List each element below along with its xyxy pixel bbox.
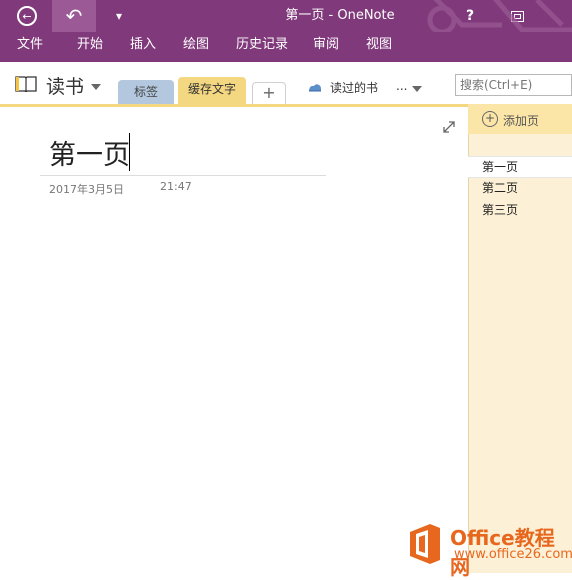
more-sections-button[interactable]: ... xyxy=(396,79,407,93)
customize-quick-access-button[interactable]: ▾ xyxy=(108,0,130,32)
title-divider xyxy=(40,175,326,176)
page-item-label: 第三页 xyxy=(482,203,519,217)
undo-button[interactable]: ↶ xyxy=(52,0,96,32)
notebook-name[interactable]: 读书 xyxy=(46,72,84,99)
office-logo-icon xyxy=(410,524,440,564)
section-tab-tags[interactable]: 标签 xyxy=(118,80,174,104)
menu-history[interactable]: 历史记录 xyxy=(236,32,288,62)
menu-view[interactable]: 视图 xyxy=(366,32,392,62)
notebook-icon xyxy=(15,76,37,92)
title-bar: ← ↶ ▾ 第一页 - OneNote ? xyxy=(0,0,572,32)
page-date: 2017年3月5日 xyxy=(49,183,124,196)
page-item-3[interactable]: 第三页 xyxy=(468,200,572,220)
back-arrow-icon: ← xyxy=(17,6,37,26)
section-color-strip xyxy=(0,104,468,107)
add-section-button[interactable]: + xyxy=(252,82,286,105)
back-button[interactable]: ← xyxy=(10,0,44,32)
restore-window-button[interactable] xyxy=(506,0,528,32)
add-icon: + xyxy=(482,111,498,127)
menu-draw[interactable]: 绘图 xyxy=(183,32,209,62)
page-item-2[interactable]: 第二页 xyxy=(468,178,572,198)
page-title[interactable]: 第一页 xyxy=(49,133,130,172)
watermark: Office教程网 www.office26.com xyxy=(406,520,572,579)
ribbon-tabs: 文件 开始 插入 绘图 历史记录 审阅 视图 xyxy=(0,32,572,62)
window-title: 第一页 - OneNote xyxy=(285,8,395,23)
menu-home[interactable]: 开始 xyxy=(77,32,103,62)
page-item-1[interactable]: 第一页 xyxy=(468,156,572,178)
section-group-read-books[interactable]: 读过的书 xyxy=(330,79,378,96)
page-item-label: 第一页 xyxy=(482,160,519,174)
add-page-label: 添加页 xyxy=(503,114,540,128)
text-cursor xyxy=(129,133,130,171)
add-page-button[interactable]: + 添加页 xyxy=(468,104,572,134)
section-group-icon xyxy=(309,84,321,92)
notebook-dropdown-icon[interactable] xyxy=(91,84,101,90)
page-time: 21:47 xyxy=(160,180,192,193)
page-item-label: 第二页 xyxy=(482,181,519,195)
search-input[interactable] xyxy=(455,74,572,96)
restore-icon xyxy=(510,10,524,22)
expand-icon[interactable] xyxy=(443,121,455,133)
menu-file[interactable]: 文件 xyxy=(17,32,43,62)
more-sections-dropdown-icon[interactable] xyxy=(412,86,422,92)
watermark-url: www.office26.com xyxy=(454,547,572,562)
undo-icon: ↶ xyxy=(65,4,83,28)
help-button[interactable]: ? xyxy=(458,0,482,32)
menu-review[interactable]: 审阅 xyxy=(313,32,339,62)
menu-insert[interactable]: 插入 xyxy=(130,32,156,62)
section-tab-cached-text[interactable]: 缓存文字 xyxy=(178,77,246,104)
